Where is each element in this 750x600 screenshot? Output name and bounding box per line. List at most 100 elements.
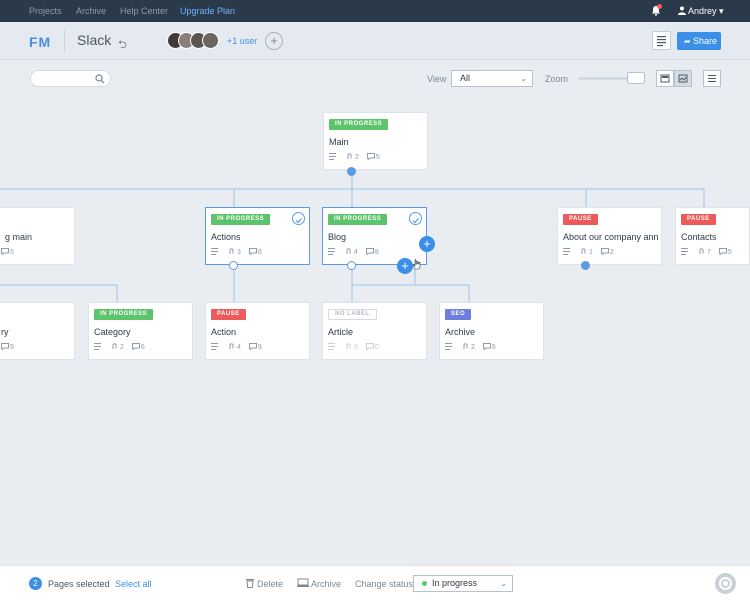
lines-icon bbox=[211, 248, 218, 255]
page-card-action[interactable]: PAUSE Action 4 9 bbox=[205, 302, 310, 360]
add-user-button[interactable]: + bbox=[265, 32, 283, 50]
page-title: g main bbox=[5, 232, 33, 242]
notification-dot bbox=[657, 4, 662, 9]
delete-button[interactable]: Delete bbox=[257, 579, 283, 589]
page-title: ry bbox=[1, 327, 9, 337]
page-title: Archive bbox=[445, 327, 476, 337]
help-lifebuoy-icon[interactable] bbox=[715, 573, 736, 594]
add-child-dot[interactable] bbox=[581, 261, 590, 270]
status-badge: PAUSE bbox=[563, 214, 598, 225]
search-input[interactable] bbox=[30, 70, 111, 87]
lines-icon bbox=[563, 248, 570, 255]
comment-icon bbox=[718, 248, 727, 255]
lines-icon bbox=[445, 343, 452, 350]
add-sibling-button[interactable]: + bbox=[419, 236, 435, 252]
page-card-archive[interactable]: SEO Archive 2 5 bbox=[439, 302, 544, 360]
nav-projects[interactable]: Projects bbox=[29, 6, 62, 16]
add-child-dot[interactable] bbox=[347, 167, 356, 176]
sitemap-icon bbox=[678, 74, 688, 83]
search-icon bbox=[95, 74, 105, 84]
view-value: All bbox=[460, 73, 471, 83]
nav-upgrade-plan[interactable]: Upgrade Plan bbox=[180, 6, 235, 16]
page-meta: 1 2 bbox=[563, 248, 614, 256]
nav-help-center[interactable]: Help Center bbox=[120, 6, 168, 16]
attachment-icon bbox=[229, 343, 234, 349]
hand-cursor-icon bbox=[412, 259, 421, 270]
page-meta: 4 9 bbox=[211, 343, 262, 351]
archive-icon[interactable] bbox=[297, 578, 309, 588]
change-status-label: Change status bbox=[355, 579, 414, 589]
list-view-button[interactable] bbox=[703, 70, 721, 87]
check-icon[interactable] bbox=[292, 212, 305, 225]
share-icon: ➦ bbox=[684, 37, 693, 46]
view-select[interactable]: All ⌄ bbox=[451, 70, 533, 87]
image-view-button[interactable] bbox=[656, 70, 674, 87]
selected-count-badge: 2 bbox=[29, 577, 42, 590]
page-card-article[interactable]: NO LABEL Article 0 0 bbox=[322, 302, 427, 360]
page-card-about[interactable]: PAUSE About our company annu 1 2 bbox=[557, 207, 662, 265]
list-icon bbox=[708, 75, 716, 82]
page-meta: 5 bbox=[1, 248, 14, 256]
attachment-icon bbox=[699, 248, 704, 254]
zoom-slider-handle[interactable] bbox=[627, 72, 645, 84]
page-card-actions[interactable]: IN PROGRESS Actions 3 6 bbox=[205, 207, 310, 265]
map-view-button[interactable] bbox=[674, 70, 692, 87]
trash-icon[interactable] bbox=[245, 578, 255, 588]
comment-icon bbox=[365, 248, 374, 255]
comment-icon bbox=[248, 248, 257, 255]
page-card-main[interactable]: IN PROGRESS Main 2 5 bbox=[323, 112, 428, 170]
lines-icon bbox=[211, 343, 218, 350]
user-menu[interactable]: Andrey ▾ bbox=[678, 6, 724, 17]
document-button[interactable] bbox=[652, 31, 671, 50]
page-card-blog[interactable]: IN PROGRESS Blog 4 8 bbox=[322, 207, 427, 265]
page-card-left-main[interactable]: g main 5 bbox=[0, 207, 75, 265]
status-badge: IN PROGRESS bbox=[328, 214, 388, 225]
comment-icon bbox=[365, 343, 374, 350]
page-title: Contacts bbox=[681, 232, 717, 242]
page-title: Main bbox=[329, 137, 349, 147]
status-badge: SEO bbox=[445, 309, 472, 320]
page-meta: 2 5 bbox=[445, 343, 496, 351]
lines-icon bbox=[328, 248, 335, 255]
comment-icon bbox=[1, 343, 9, 350]
archive-button[interactable]: Archive bbox=[311, 579, 341, 589]
selection-bar: 2 Pages selected Select all Delete Archi… bbox=[0, 565, 750, 600]
sitemap-canvas[interactable]: IN PROGRESS Main 2 5 g main 5 IN PROGRES… bbox=[0, 95, 750, 565]
comment-icon bbox=[1, 248, 9, 255]
avatar bbox=[202, 32, 219, 49]
page-card-category[interactable]: IN PROGRESS Category 2 6 bbox=[88, 302, 193, 360]
comment-icon bbox=[600, 248, 609, 255]
page-title: Actions bbox=[211, 232, 241, 242]
attachment-icon bbox=[346, 248, 351, 254]
collapse-dot[interactable] bbox=[347, 261, 356, 270]
app-logo[interactable]: FM bbox=[29, 34, 51, 50]
undo-icon[interactable]: ⮌ bbox=[118, 36, 127, 55]
status-badge: PAUSE bbox=[211, 309, 246, 320]
nav-archive[interactable]: Archive bbox=[76, 6, 106, 16]
page-card-contacts[interactable]: PAUSE Contacts 7 5 bbox=[675, 207, 750, 265]
add-child-button[interactable]: + bbox=[397, 258, 413, 274]
comment-icon bbox=[366, 153, 375, 160]
share-button[interactable]: ➦ Share bbox=[677, 32, 721, 50]
select-all-link[interactable]: Select all bbox=[115, 579, 152, 589]
page-title: Category bbox=[94, 327, 131, 337]
comment-icon bbox=[482, 343, 491, 350]
status-badge: IN PROGRESS bbox=[329, 119, 389, 130]
page-meta: 5 bbox=[1, 343, 14, 351]
page-meta: 3 6 bbox=[211, 248, 262, 256]
extra-users-link[interactable]: +1 user bbox=[227, 36, 257, 46]
check-icon[interactable] bbox=[409, 212, 422, 225]
attachment-icon bbox=[581, 248, 586, 254]
user-icon bbox=[678, 6, 686, 15]
lines-icon bbox=[329, 153, 336, 160]
divider bbox=[64, 30, 65, 52]
status-select[interactable]: In progress ⌄ bbox=[413, 575, 513, 592]
view-label: View bbox=[427, 74, 447, 84]
lines-icon bbox=[328, 343, 335, 350]
page-card-left-row2[interactable]: ry 5 bbox=[0, 302, 75, 360]
share-label: Share bbox=[692, 36, 717, 46]
zoom-label: Zoom bbox=[545, 74, 569, 84]
attachment-icon bbox=[229, 248, 234, 254]
member-avatars[interactable] bbox=[167, 32, 221, 50]
collapse-dot[interactable] bbox=[229, 261, 238, 270]
